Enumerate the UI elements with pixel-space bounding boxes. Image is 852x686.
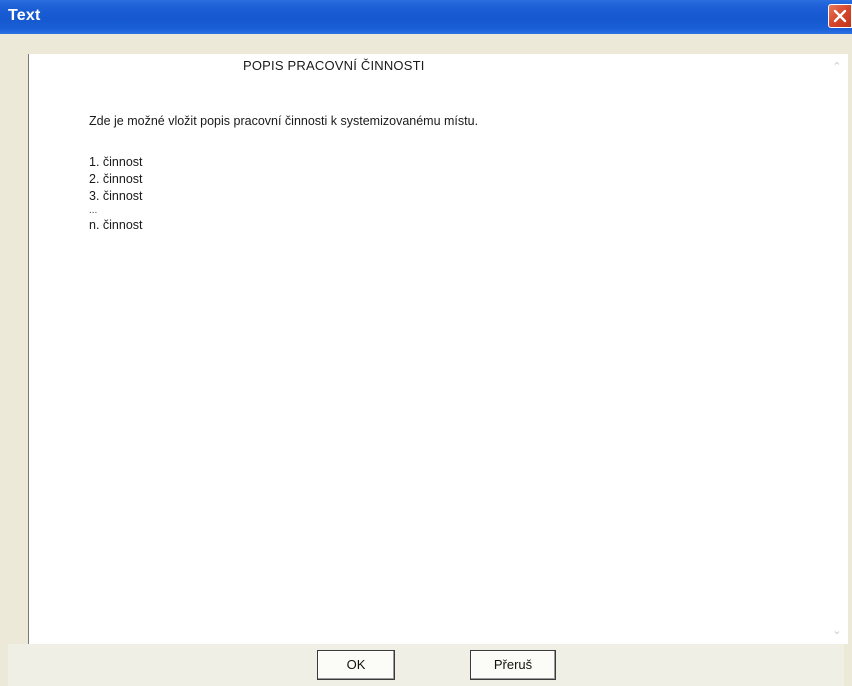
close-button[interactable] [828,4,852,28]
text-dialog-window: Text POPIS PRACOVNÍ ČINNOSTI Zde je možn… [0,0,852,686]
vertical-scrollbar[interactable]: ⌃ ⌄ [826,54,848,644]
list-item: 2. činnost [89,172,143,186]
scroll-down-arrow-icon[interactable]: ⌄ [830,624,844,638]
close-icon [833,9,847,23]
title-bar[interactable]: Text [0,0,852,34]
window-title: Text [8,7,41,24]
activity-list: 1. činnost 2. činnost 3. činnost ... n. … [89,154,143,234]
ok-button[interactable]: OK [317,650,395,680]
button-bar: OK Přeruš [8,644,844,686]
description-text-area[interactable]: POPIS PRACOVNÍ ČINNOSTI Zde je možné vlo… [28,54,848,644]
list-item: n. činnost [89,218,143,232]
list-item: 3. činnost [89,189,143,203]
document-intro: Zde je možné vložit popis pracovní činno… [89,114,479,128]
scroll-up-arrow-icon[interactable]: ⌃ [830,60,844,74]
document-heading: POPIS PRACOVNÍ ČINNOSTI [243,58,425,73]
list-item: ... [89,205,98,216]
list-item: 1. činnost [89,155,143,169]
cancel-button[interactable]: Přeruš [470,650,556,680]
dialog-client-area: POPIS PRACOVNÍ ČINNOSTI Zde je možné vlo… [8,34,848,686]
